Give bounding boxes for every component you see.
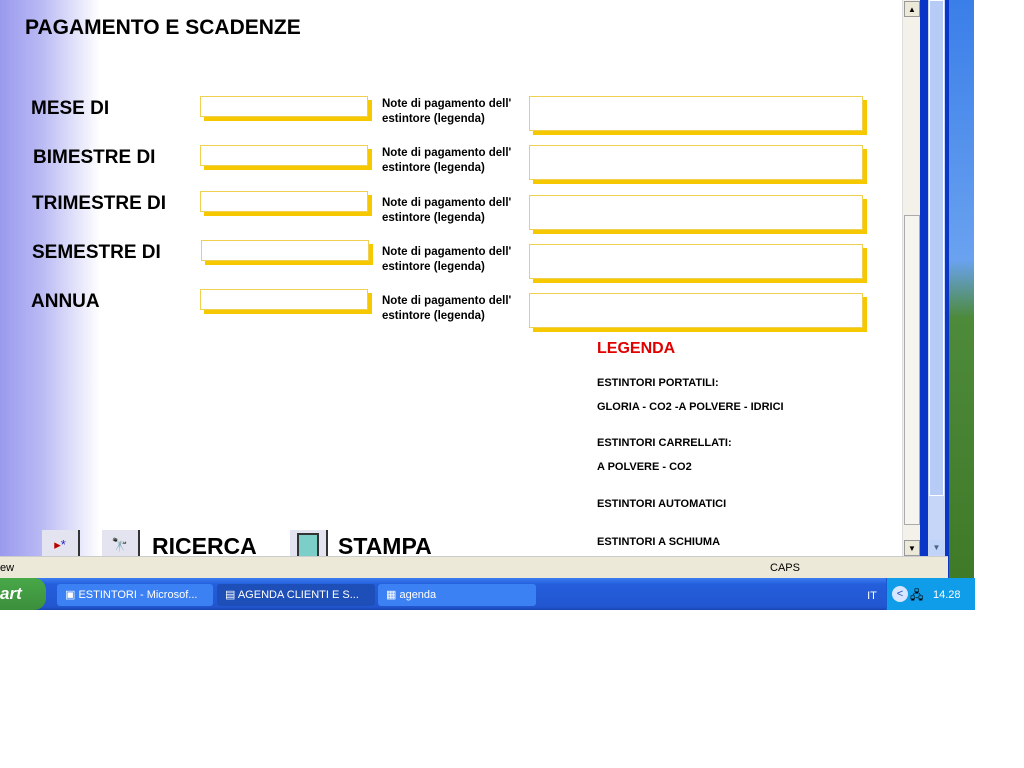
taskbar-item-agenda-clienti[interactable]: ▤ AGENDA CLIENTI E S... (217, 584, 375, 606)
status-text: ew (0, 562, 15, 574)
note-label: Note di pagamento dell' estintore (legen… (382, 197, 512, 224)
annua-input[interactable] (200, 289, 368, 310)
legend-line: ESTINTORI AUTOMATICI (597, 498, 727, 510)
window-scrollbar[interactable]: ▼ (928, 0, 945, 556)
legend-line: A POLVERE - CO2 (597, 461, 692, 473)
semestre-input[interactable] (201, 240, 369, 261)
taskbar-item-agenda[interactable]: ▦ agenda (378, 584, 536, 606)
window-scrollbar-thumb[interactable] (929, 0, 944, 496)
page-title: PAGAMENTO E SCADENZE (25, 16, 301, 39)
label-semestre: SEMESTRE DI (32, 242, 161, 263)
form-scrollbar[interactable]: ▲ ▼ (902, 0, 921, 556)
label-mese: MESE DI (31, 98, 110, 119)
desktop-wallpaper (949, 0, 974, 578)
legend-line: GLORIA - CO2 -A POLVERE - IDRICI (597, 401, 784, 413)
window-scroll-down-icon[interactable]: ▼ (929, 540, 944, 555)
search-button[interactable]: 🔭 (102, 530, 140, 556)
bimestre-input[interactable] (200, 145, 368, 166)
print-button[interactable] (290, 530, 328, 556)
scroll-up-arrow-icon[interactable]: ▲ (904, 1, 920, 17)
taskbar: art ▣ ESTINTORI - Microsof... ▤ AGENDA C… (0, 578, 975, 610)
print-label[interactable]: STAMPA (338, 533, 432, 556)
network-icon[interactable]: 🖧 (910, 586, 923, 607)
taskbar-item-estintori[interactable]: ▣ ESTINTORI - Microsof... (57, 584, 213, 606)
legend-line: ESTINTORI A SCHIUMA (597, 536, 721, 548)
window-border (920, 0, 928, 578)
label-annua: ANNUA (31, 291, 100, 312)
status-bar: ew CAPS (0, 556, 948, 579)
legend-title: LEGENDA (597, 340, 676, 357)
caps-indicator: CAPS (770, 562, 800, 574)
form-area: PAGAMENTO E SCADENZE MESE DI Note di pag… (0, 0, 902, 556)
label-bimestre: BIMESTRE DI (33, 147, 156, 168)
new-record-button[interactable]: ▸* (42, 530, 80, 556)
note-label: Note di pagamento dell' estintore (legen… (382, 98, 512, 125)
language-indicator[interactable]: IT (858, 578, 886, 610)
note-label: Note di pagamento dell' estintore (legen… (382, 147, 512, 174)
new-record-icon: ▸* (54, 537, 66, 552)
start-button[interactable]: art (0, 578, 46, 610)
word-icon: ▣ (65, 589, 79, 601)
table-icon: ▦ (386, 589, 400, 601)
system-tray: < 🖧 14.28 (886, 578, 975, 610)
label-trimestre: TRIMESTRE DI (32, 193, 167, 214)
scroll-down-arrow-icon[interactable]: ▼ (904, 540, 920, 556)
form-icon: ▤ (225, 589, 238, 601)
legend-line: ESTINTORI PORTATILI: (597, 377, 719, 389)
notebook-icon (297, 532, 319, 556)
show-hidden-icons-icon[interactable]: < (892, 586, 908, 602)
clock: 14.28 (933, 589, 961, 601)
annua-note-input[interactable] (529, 293, 863, 328)
binoculars-icon: 🔭 (111, 537, 129, 552)
note-label: Note di pagamento dell' estintore (legen… (382, 246, 512, 273)
trimestre-note-input[interactable] (529, 195, 863, 230)
legend-line: ESTINTORI CARRELLATI: (597, 437, 732, 449)
semestre-note-input[interactable] (529, 244, 863, 279)
mese-input[interactable] (200, 96, 368, 117)
bimestre-note-input[interactable] (529, 145, 863, 180)
note-label: Note di pagamento dell' estintore (legen… (382, 295, 512, 322)
mese-note-input[interactable] (529, 96, 863, 131)
scrollbar-thumb[interactable] (904, 215, 920, 525)
trimestre-input[interactable] (200, 191, 368, 212)
search-label[interactable]: RICERCA (152, 533, 257, 556)
